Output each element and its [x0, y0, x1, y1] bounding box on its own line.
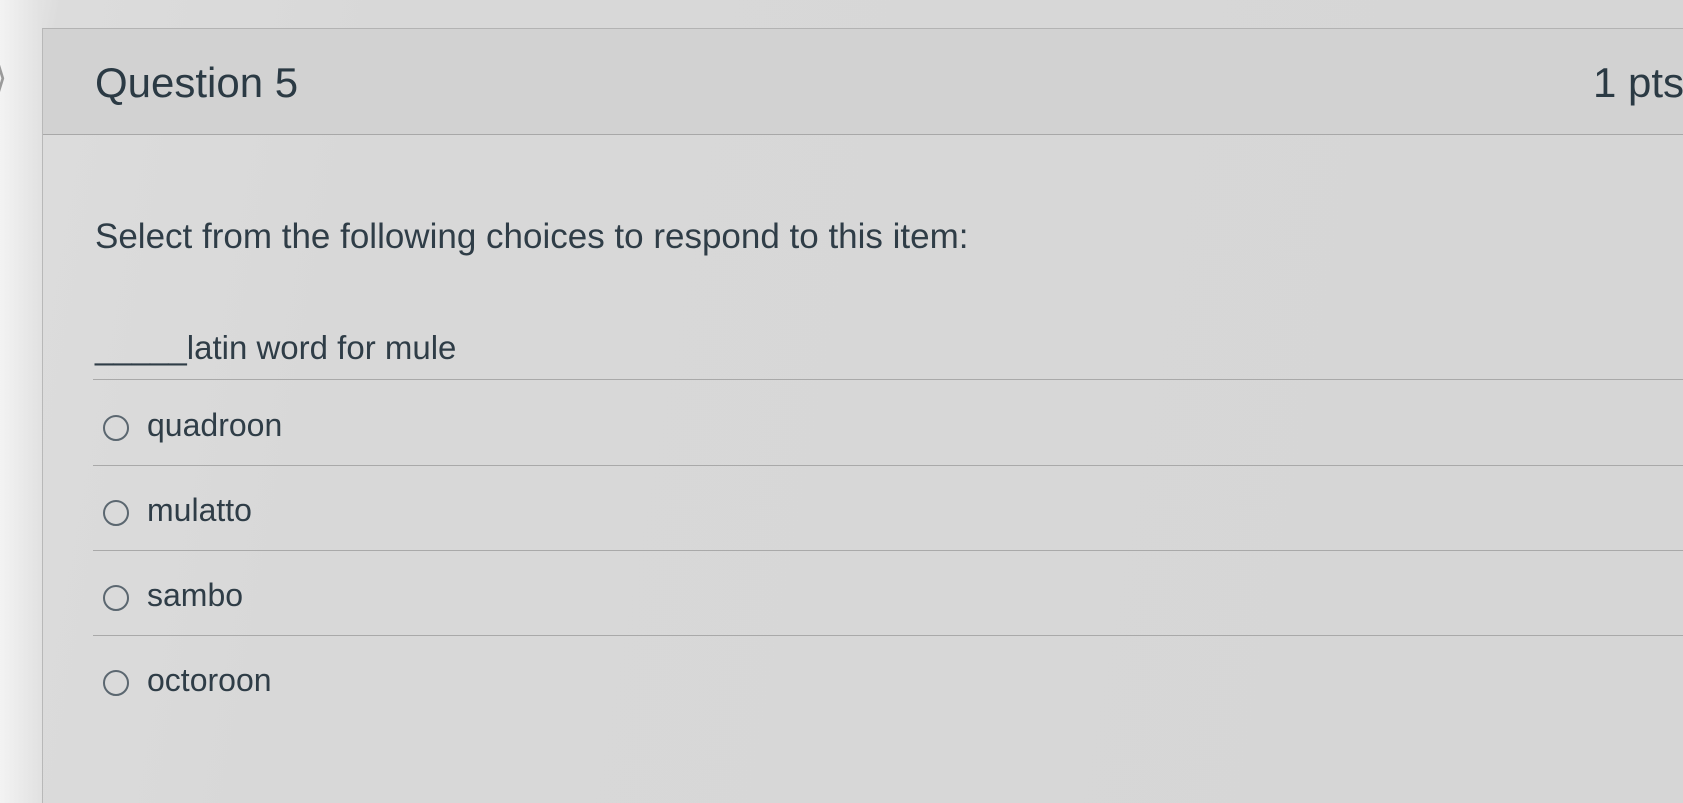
answer-label: sambo [147, 577, 244, 613]
radio-button-icon[interactable] [103, 500, 129, 526]
answer-option-mulatto[interactable]: mulatto [95, 466, 1683, 556]
radio-button-icon[interactable] [103, 670, 129, 696]
answer-label: octoroon [147, 662, 272, 698]
answer-option-sambo[interactable]: sambo [95, 551, 1683, 641]
chevron-right-icon[interactable]: ⟩ [0, 58, 20, 98]
question-header: Question 5 1 pts [43, 29, 1683, 135]
screen: ⟩ Question 5 1 pts Select from the follo… [0, 0, 1683, 803]
left-gutter: ⟩ [0, 0, 42, 803]
answer-label: mulatto [147, 492, 252, 528]
question-title: Question 5 [95, 59, 299, 106]
answers-divider-top [93, 379, 1683, 380]
answer-option-quadroon[interactable]: quadroon [95, 381, 1683, 471]
radio-button-icon[interactable] [103, 585, 129, 611]
answer-option-octoroon[interactable]: octoroon [95, 636, 1683, 726]
question-instruction: Select from the following choices to res… [95, 217, 969, 256]
question-points: 1 pts [1592, 59, 1683, 106]
answer-label: quadroon [147, 407, 283, 443]
radio-button-icon[interactable] [103, 415, 129, 441]
question-prompt: _____latin word for mule [95, 329, 457, 366]
question-card: Question 5 1 pts Select from the followi… [42, 28, 1683, 803]
